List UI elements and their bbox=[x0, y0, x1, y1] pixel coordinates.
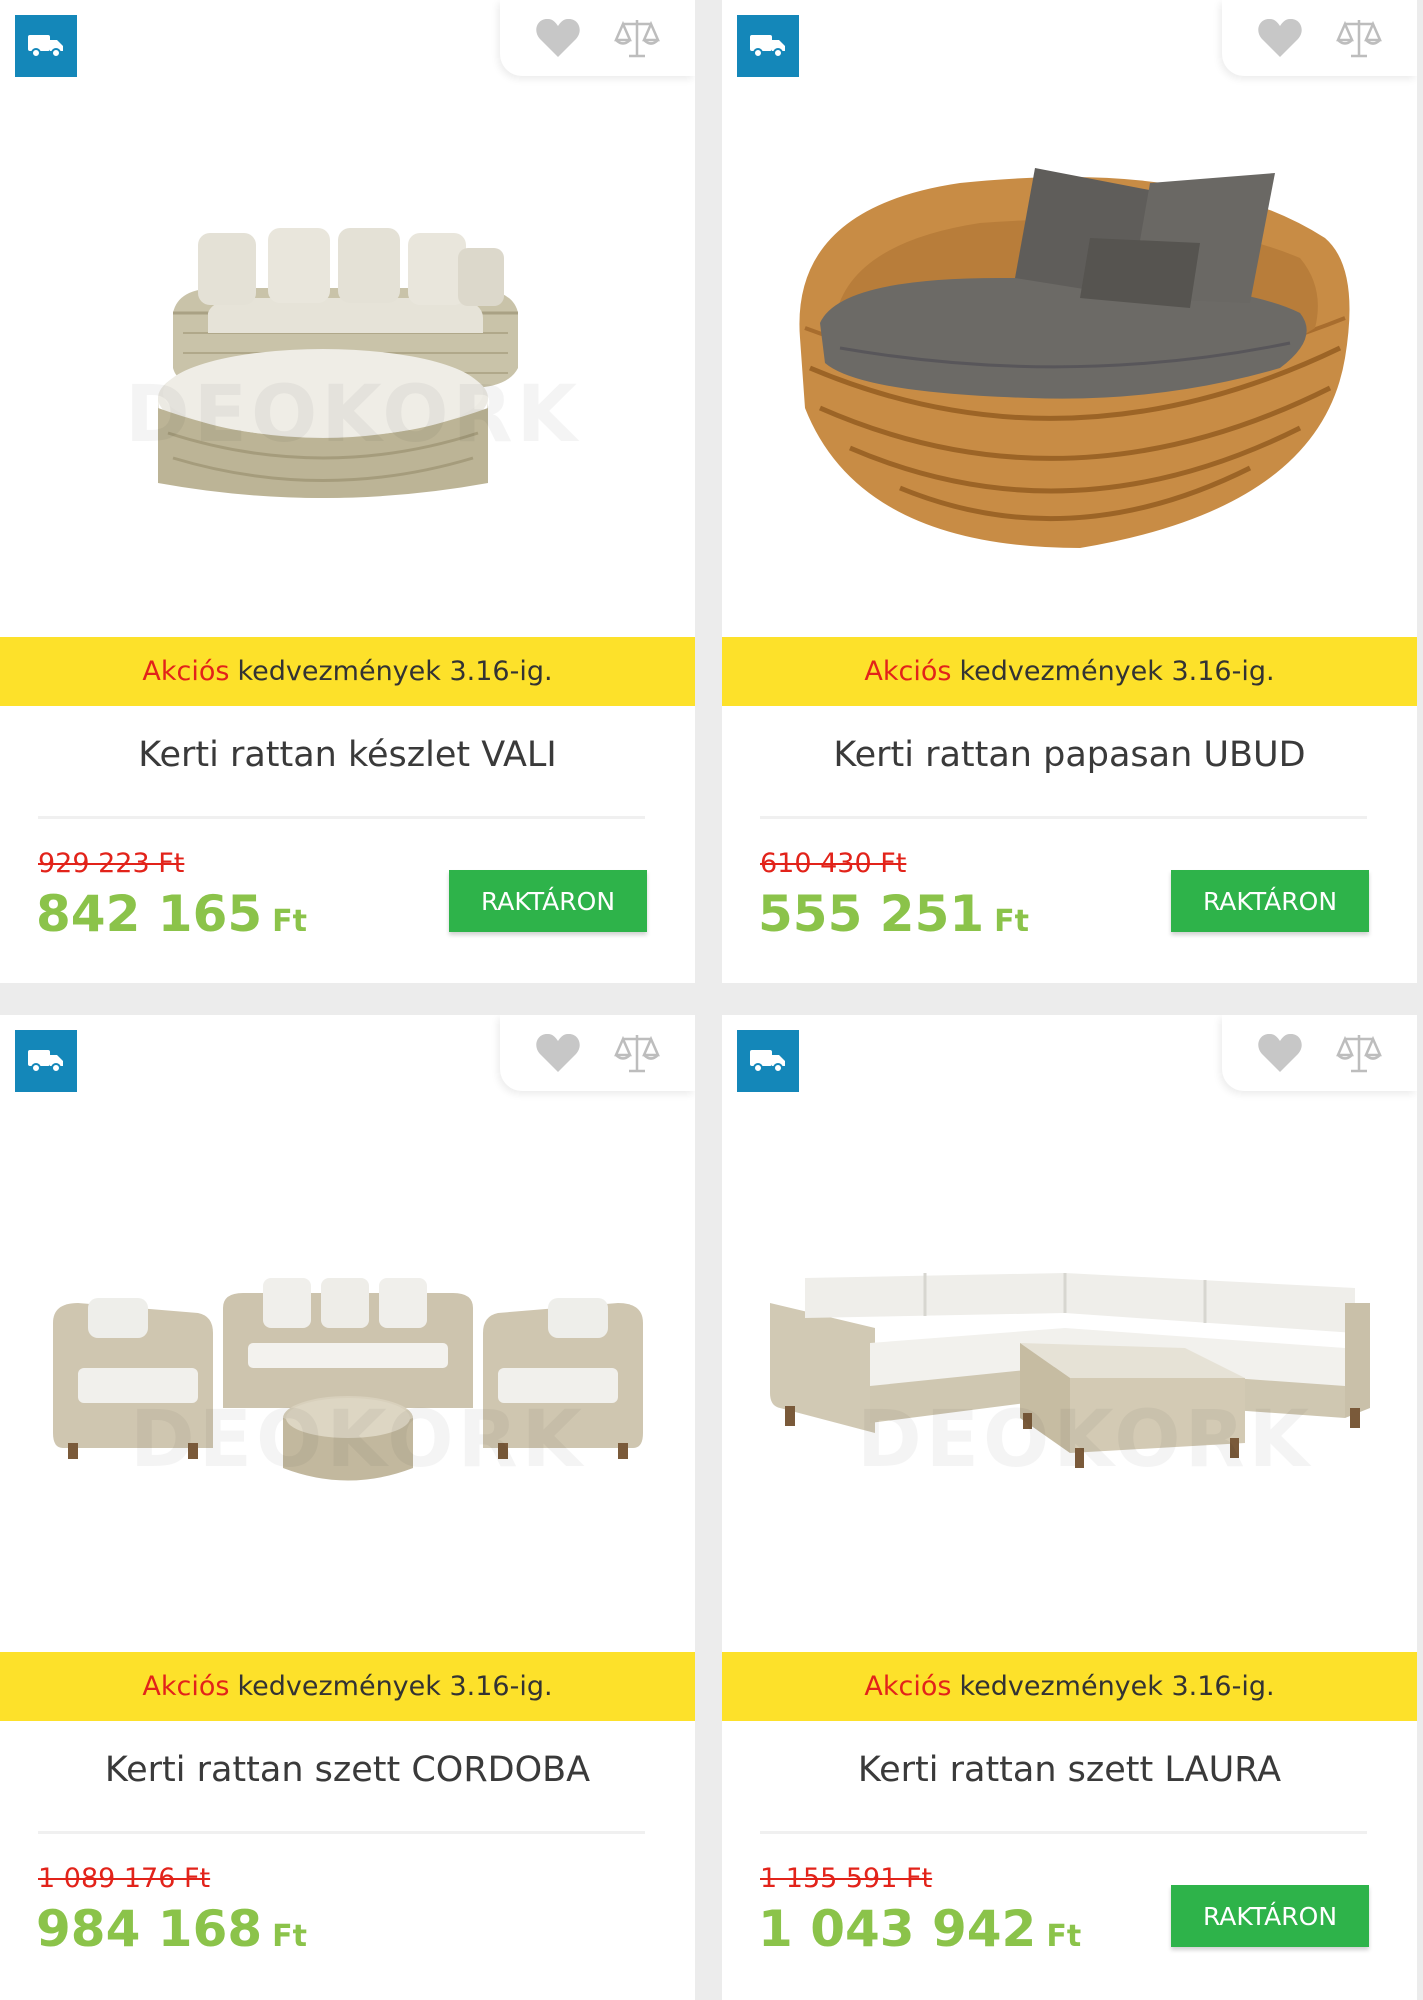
product-title[interactable]: Kerti rattan készlet VALI bbox=[0, 735, 695, 775]
divider bbox=[38, 1831, 645, 1834]
old-price: 1 089 176 Ft bbox=[38, 1863, 211, 1894]
product-title[interactable]: Kerti rattan szett CORDOBA bbox=[0, 1750, 695, 1790]
new-price: 555 251 Ft bbox=[758, 885, 1029, 943]
truck-icon bbox=[737, 15, 799, 77]
heart-icon[interactable] bbox=[1254, 12, 1306, 64]
scale-icon[interactable] bbox=[1333, 1027, 1385, 1079]
truck-icon bbox=[737, 1030, 799, 1092]
currency: Ft bbox=[994, 904, 1029, 939]
divider bbox=[38, 816, 645, 819]
scale-icon[interactable] bbox=[611, 12, 663, 64]
old-price: 1 155 591 Ft bbox=[760, 1863, 933, 1894]
product-card[interactable]: DEOKORK bbox=[0, 1015, 695, 2000]
in-stock-button[interactable]: RAKTÁRON bbox=[1171, 870, 1369, 932]
in-stock-button[interactable]: RAKTÁRON bbox=[1171, 1885, 1369, 1947]
product-title[interactable]: Kerti rattan papasan UBUD bbox=[722, 735, 1417, 775]
product-image[interactable]: DEOKORK bbox=[0, 80, 695, 635]
heart-icon[interactable] bbox=[532, 12, 584, 64]
promo-highlight: Akciós bbox=[142, 656, 230, 687]
watermark: DEOKORK bbox=[130, 1395, 586, 1485]
promo-highlight: Akciós bbox=[864, 656, 952, 687]
product-grid: DEOKORK bbox=[0, 0, 1423, 2000]
promo-highlight: Akciós bbox=[864, 1671, 952, 1702]
watermark: DEOKORK bbox=[125, 370, 581, 460]
promo-banner: Akciós kedvezmények 3.16-ig. bbox=[722, 1652, 1417, 1721]
promo-text: kedvezmények 3.16-ig. bbox=[237, 1671, 553, 1702]
currency: Ft bbox=[272, 1919, 307, 1954]
truck-icon bbox=[15, 1030, 77, 1092]
card-actions bbox=[1222, 1015, 1417, 1091]
promo-banner: Akciós kedvezmények 3.16-ig. bbox=[0, 637, 695, 706]
scale-icon[interactable] bbox=[611, 1027, 663, 1079]
promo-banner: Akciós kedvezmények 3.16-ig. bbox=[722, 637, 1417, 706]
new-price-value: 842 165 bbox=[36, 885, 263, 943]
old-price: 929 223 Ft bbox=[38, 848, 185, 879]
scale-icon[interactable] bbox=[1333, 12, 1385, 64]
product-image[interactable]: DEOKORK bbox=[0, 1095, 695, 1650]
new-price-value: 555 251 bbox=[758, 885, 985, 943]
promo-text: kedvezmények 3.16-ig. bbox=[959, 656, 1275, 687]
divider bbox=[760, 1831, 1367, 1834]
promo-text: kedvezmények 3.16-ig. bbox=[237, 656, 553, 687]
product-card[interactable]: DEOKORK bbox=[0, 0, 695, 983]
currency: Ft bbox=[1046, 1919, 1082, 1954]
currency: Ft bbox=[272, 904, 307, 939]
new-price-value: 984 168 bbox=[36, 1900, 263, 1958]
product-title[interactable]: Kerti rattan szett LAURA bbox=[722, 1750, 1417, 1790]
new-price: 1 043 942 Ft bbox=[758, 1900, 1081, 1958]
divider bbox=[760, 816, 1367, 819]
product-image[interactable]: DEOKORK bbox=[722, 1095, 1417, 1650]
product-card[interactable]: Akciós kedvezmények 3.16-ig. Kerti ratta… bbox=[722, 0, 1417, 983]
product-card[interactable]: DEOKORK bbox=[722, 1015, 1417, 2000]
promo-highlight: Akciós bbox=[142, 1671, 230, 1702]
heart-icon[interactable] bbox=[532, 1027, 584, 1079]
promo-text: kedvezmények 3.16-ig. bbox=[959, 1671, 1275, 1702]
new-price: 842 165 Ft bbox=[36, 885, 307, 943]
new-price-value: 1 043 942 bbox=[758, 1900, 1037, 1958]
in-stock-button[interactable]: RAKTÁRON bbox=[449, 870, 647, 932]
watermark: DEOKORK bbox=[857, 1395, 1313, 1485]
old-price: 610 430 Ft bbox=[760, 848, 907, 879]
heart-icon[interactable] bbox=[1254, 1027, 1306, 1079]
promo-banner: Akciós kedvezmények 3.16-ig. bbox=[0, 1652, 695, 1721]
product-image[interactable] bbox=[722, 80, 1417, 635]
truck-icon bbox=[15, 15, 77, 77]
card-actions bbox=[500, 0, 695, 76]
card-actions bbox=[500, 1015, 695, 1091]
new-price: 984 168 Ft bbox=[36, 1900, 307, 1958]
card-actions bbox=[1222, 0, 1417, 76]
